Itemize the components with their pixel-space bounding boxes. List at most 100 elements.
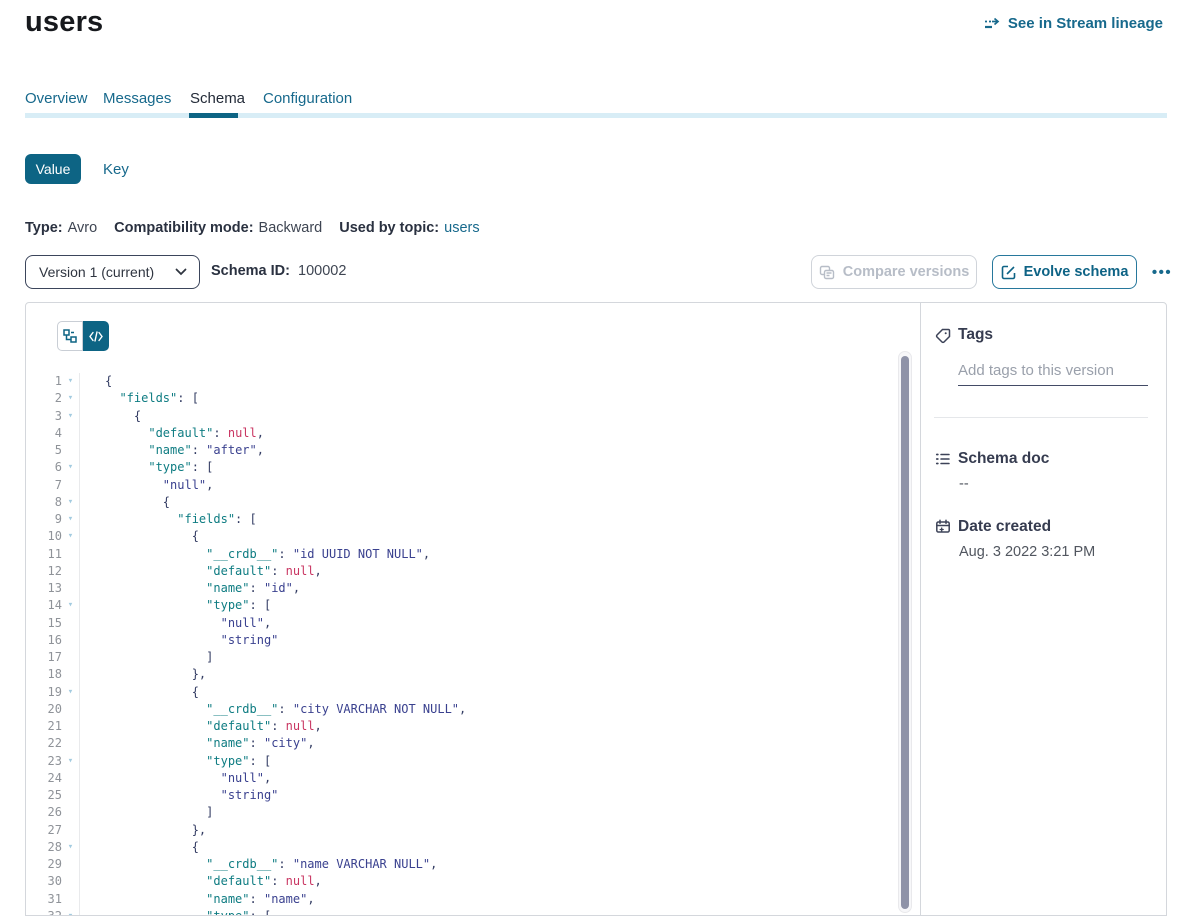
code-line: 12 "default": null, [26, 563, 920, 580]
code-line: 3▾ { [26, 408, 920, 425]
code-text: "__crdb__": "city VARCHAR NOT NULL", [80, 701, 466, 718]
fold-toggle-icon[interactable]: ▾ [62, 511, 79, 528]
code-line: 24 "null", [26, 770, 920, 787]
line-number: 8 [26, 494, 62, 511]
code-text: ] [80, 649, 213, 666]
code-text: "fields": [ [80, 511, 257, 528]
fold-toggle-icon[interactable]: ▾ [62, 390, 79, 407]
fold-spacer [62, 632, 79, 649]
date-created-heading: Date created [958, 518, 1051, 536]
fold-toggle-icon[interactable]: ▾ [62, 684, 79, 701]
tab-configuration[interactable]: Configuration [263, 90, 352, 107]
fold-spacer [62, 856, 79, 873]
code-view-button[interactable] [83, 321, 109, 351]
fold-spacer [62, 477, 79, 494]
tab-overview[interactable]: Overview [25, 90, 88, 107]
used-by-topic-link[interactable]: users [444, 220, 479, 236]
fold-spacer [62, 718, 79, 735]
schema-id: Schema ID: 100002 [211, 263, 346, 279]
line-number: 18 [26, 666, 62, 683]
line-number: 7 [26, 477, 62, 494]
code-line: 17 ] [26, 649, 920, 666]
line-number: 9 [26, 511, 62, 528]
line-number: 19 [26, 684, 62, 701]
code-lines: 1▾{2▾ "fields": [3▾ {4 "default": null,5… [26, 373, 920, 915]
code-text: "string" [80, 787, 278, 804]
fold-spacer [62, 873, 79, 890]
fold-toggle-icon[interactable]: ▾ [62, 408, 79, 425]
code-text: "null", [80, 770, 271, 787]
value-toggle-button[interactable]: Value [25, 154, 81, 184]
tree-view-button[interactable] [57, 321, 83, 351]
fold-spacer [62, 546, 79, 563]
fold-spacer [62, 442, 79, 459]
schema-editor: 1▾{2▾ "fields": [3▾ {4 "default": null,5… [26, 303, 920, 915]
page-title: users [25, 6, 103, 39]
line-number: 14 [26, 597, 62, 614]
tab-schema[interactable]: Schema [190, 90, 245, 107]
schema-panel: 1▾{2▾ "fields": [3▾ {4 "default": null,5… [25, 302, 1167, 916]
fold-spacer [62, 891, 79, 908]
line-number: 16 [26, 632, 62, 649]
fold-toggle-icon[interactable]: ▾ [62, 373, 79, 390]
code-text: "name": "city", [80, 735, 315, 752]
code-text: ] [80, 804, 213, 821]
code-line: 19▾ { [26, 684, 920, 701]
code-text: "__crdb__": "name VARCHAR NULL", [80, 856, 437, 873]
line-number: 29 [26, 856, 62, 873]
line-number: 27 [26, 822, 62, 839]
line-number: 30 [26, 873, 62, 890]
stream-lineage-link[interactable]: See in Stream lineage [984, 15, 1163, 32]
code-line: 28▾ { [26, 839, 920, 856]
line-number: 23 [26, 753, 62, 770]
code-line: 14▾ "type": [ [26, 597, 920, 614]
code-text: { [80, 408, 141, 425]
fold-toggle-icon[interactable]: ▾ [62, 908, 79, 915]
date-created-value: Aug. 3 2022 3:21 PM [959, 544, 1095, 560]
code-line: 10▾ { [26, 528, 920, 545]
code-line: 1▾{ [26, 373, 920, 390]
code-line: 7 "null", [26, 477, 920, 494]
fold-spacer [62, 580, 79, 597]
code-text: "null", [80, 477, 213, 494]
tab-messages[interactable]: Messages [103, 90, 171, 107]
code-line: 25 "string" [26, 787, 920, 804]
compatibility-value: Backward [259, 220, 323, 236]
line-number: 24 [26, 770, 62, 787]
code-line: 20 "__crdb__": "city VARCHAR NOT NULL", [26, 701, 920, 718]
editor-scrollbar-thumb[interactable] [901, 356, 909, 909]
fold-toggle-icon[interactable]: ▾ [62, 528, 79, 545]
code-line: 29 "__crdb__": "name VARCHAR NULL", [26, 856, 920, 873]
fold-toggle-icon[interactable]: ▾ [62, 839, 79, 856]
calendar-plus-icon [935, 519, 951, 535]
fold-spacer [62, 425, 79, 442]
compare-versions-button[interactable]: Compare versions [811, 255, 977, 289]
more-options-button[interactable]: ••• [1146, 255, 1178, 289]
line-number: 3 [26, 408, 62, 425]
schema-id-label: Schema ID: [211, 263, 290, 279]
line-number: 26 [26, 804, 62, 821]
key-toggle-button[interactable]: Key [103, 161, 129, 178]
line-number: 6 [26, 459, 62, 476]
code-text: "name": "after", [80, 442, 264, 459]
tags-input[interactable] [958, 355, 1148, 386]
fold-toggle-icon[interactable]: ▾ [62, 753, 79, 770]
code-text: }, [80, 822, 206, 839]
code-text: }, [80, 666, 206, 683]
fold-spacer [62, 666, 79, 683]
type-value: Avro [68, 220, 98, 236]
line-number: 20 [26, 701, 62, 718]
evolve-schema-button[interactable]: Evolve schema [992, 255, 1137, 289]
code-line: 4 "default": null, [26, 425, 920, 442]
fold-toggle-icon[interactable]: ▾ [62, 459, 79, 476]
fold-toggle-icon[interactable]: ▾ [62, 597, 79, 614]
fold-spacer [62, 701, 79, 718]
line-number: 25 [26, 787, 62, 804]
code-text: "type": [ [80, 908, 271, 915]
fold-toggle-icon[interactable]: ▾ [62, 494, 79, 511]
version-select[interactable]: Version 1 (current) [25, 255, 200, 289]
line-number: 12 [26, 563, 62, 580]
line-number: 31 [26, 891, 62, 908]
tag-icon [935, 328, 951, 344]
code-text: "name": "name", [80, 891, 315, 908]
